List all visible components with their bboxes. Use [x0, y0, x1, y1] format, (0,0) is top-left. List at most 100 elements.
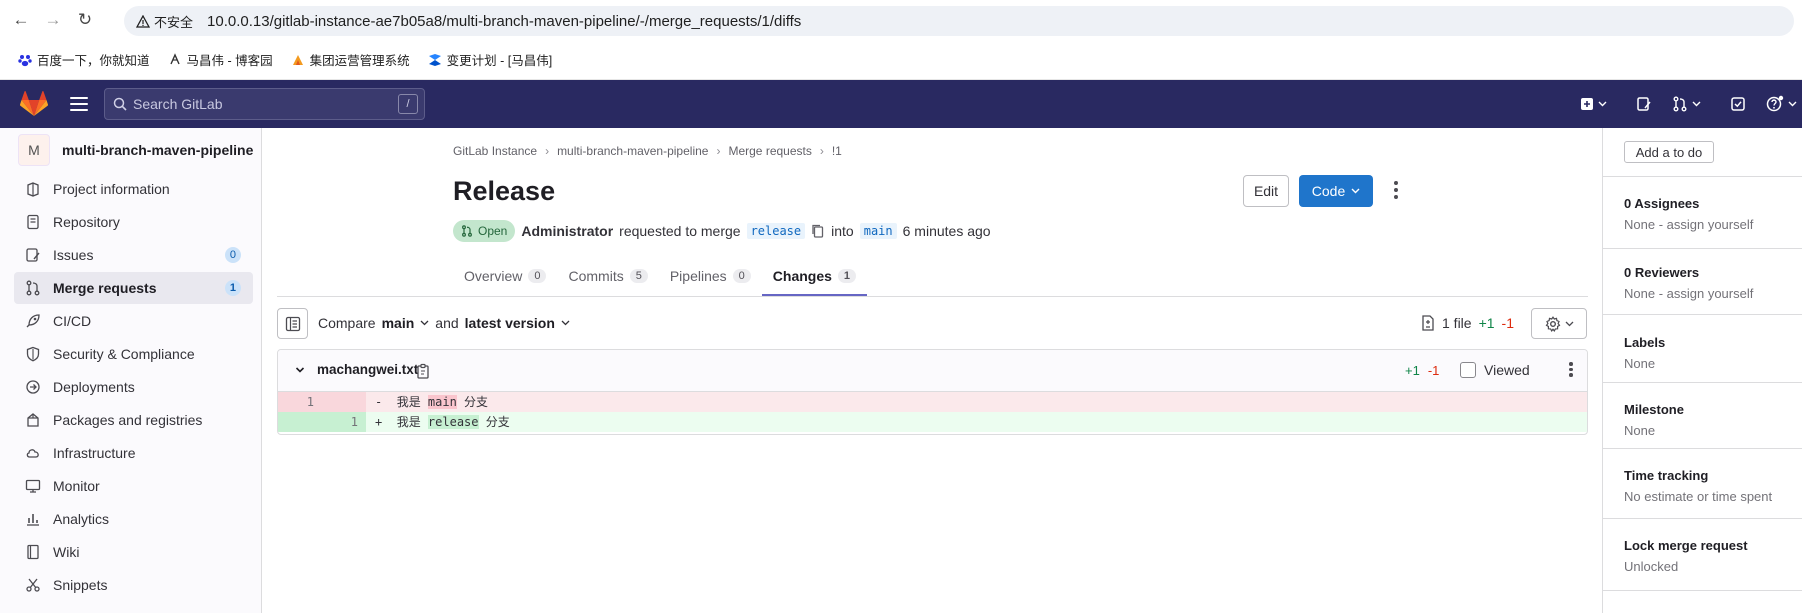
assignees-value[interactable]: None - assign yourself [1624, 217, 1753, 232]
breadcrumb-item[interactable]: Merge requests [728, 144, 811, 158]
labels-value: None [1624, 356, 1656, 371]
assignees-title: 0 Assignees [1624, 196, 1700, 211]
base-version-dropdown[interactable]: main [382, 315, 415, 331]
sidebar-item-label: Project information [53, 181, 170, 197]
head-version-dropdown[interactable]: latest version [465, 315, 555, 331]
labels-title: Labels [1624, 335, 1666, 350]
breadcrumb-item[interactable]: multi-branch-maven-pipeline [557, 144, 708, 158]
chevron-down-icon [1788, 101, 1797, 107]
todos-shortcut[interactable] [1730, 94, 1746, 114]
file-options-icon[interactable] [1563, 362, 1579, 380]
file-diff-stats: +1 -1 [1405, 363, 1439, 378]
search-placeholder: Search GitLab [133, 96, 223, 112]
file-diff-icon [1422, 315, 1434, 331]
diff-settings-button[interactable] [1531, 308, 1587, 339]
menu-icon[interactable] [70, 95, 88, 113]
address-bar[interactable]: 不安全 10.0.0.13/gitlab-instance-ae7b05a8/m… [124, 6, 1794, 36]
shield-icon [25, 346, 41, 362]
file-tree-toggle-button[interactable] [277, 308, 308, 339]
bookmark-label: 变更计划 - [马昌伟] [446, 54, 553, 68]
tab-commits[interactable]: Commits 5 [557, 256, 658, 296]
sidebar-item-merge-requests[interactable]: Merge requests 1 [14, 272, 253, 304]
sidebar-item-label: Wiki [53, 544, 80, 560]
sidebar-item-infrastructure[interactable]: Infrastructure [14, 437, 253, 469]
baidu-icon [18, 54, 32, 66]
reload-icon[interactable]: ↻ [74, 9, 96, 31]
sidebar-item-wiki[interactable]: Wiki [14, 536, 253, 568]
search-icon [113, 97, 127, 111]
tab-overview[interactable]: Overview 0 [453, 256, 557, 296]
edit-button[interactable]: Edit [1243, 175, 1289, 207]
bookmark-item[interactable]: 百度一下，你就知道 [18, 50, 150, 69]
sidebar-item-packages-and-registries[interactable]: Packages and registries [14, 404, 253, 436]
divider [1603, 382, 1802, 383]
diff-file-name[interactable]: machangwei.txt [317, 362, 418, 377]
tab-pipelines[interactable]: Pipelines 0 [659, 256, 762, 296]
sidebar-item-project-information[interactable]: Project information [14, 173, 253, 205]
chevron-down-icon [1565, 321, 1573, 326]
tab-count: 0 [528, 269, 547, 283]
project-info-icon [25, 181, 41, 197]
gitlab-logo-icon[interactable] [20, 91, 48, 117]
breadcrumb-item[interactable]: !1 [832, 144, 842, 158]
sidebar-item-label: Merge requests [53, 280, 157, 296]
project-header[interactable]: M multi-branch-maven-pipeline [0, 128, 261, 172]
chevron-down-icon [1598, 101, 1607, 107]
code-dropdown-button[interactable]: Code [1299, 175, 1373, 207]
url-text[interactable]: 10.0.0.13/gitlab-instance-ae7b05a8/multi… [207, 13, 801, 30]
mr-time: 6 minutes ago [902, 223, 991, 239]
source-branch[interactable]: release [746, 223, 806, 239]
sidebar-item-label: CI/CD [53, 313, 92, 329]
issues-shortcut[interactable] [1636, 94, 1652, 114]
author-link[interactable]: Administrator [521, 223, 613, 239]
sidebar-item-deployments[interactable]: Deployments [14, 371, 253, 403]
time-tracking-block: Time tracking No estimate or time spent [1624, 468, 1772, 504]
bookmark-item[interactable]: 变更计划 - [马昌伟] [428, 50, 553, 69]
checkbox[interactable] [1460, 362, 1476, 378]
sidebar-item-snippets[interactable]: Snippets [14, 569, 253, 601]
tab-changes[interactable]: Changes 1 [762, 256, 867, 296]
tab-label: Pipelines [669, 268, 727, 284]
bookmark-item[interactable]: 集团运营管理系统 [291, 50, 410, 69]
search-input[interactable]: Search GitLab / [104, 88, 425, 120]
files-count: 1 file [1442, 315, 1472, 331]
chevron-down-icon[interactable] [561, 320, 570, 326]
divider [1603, 314, 1802, 315]
compare-label: Compare [318, 315, 376, 331]
viewed-checkbox[interactable]: Viewed [1460, 362, 1530, 378]
sidebar-item-label: Repository [53, 214, 120, 230]
copy-path-icon[interactable] [416, 363, 430, 379]
milestone-block: Milestone None [1624, 402, 1684, 438]
new-line-number[interactable] [322, 392, 366, 412]
project-name[interactable]: multi-branch-maven-pipeline [62, 142, 253, 158]
merge-requests-dropdown[interactable] [1672, 94, 1701, 114]
insecure-indicator[interactable]: 不安全 [136, 12, 193, 31]
chevron-down-icon[interactable] [420, 320, 429, 326]
collapse-chevron-icon[interactable] [294, 364, 306, 376]
help-dropdown[interactable] [1766, 94, 1797, 114]
monitor-icon [25, 478, 41, 494]
sidebar-item-security-compliance[interactable]: Security & Compliance [14, 338, 253, 370]
bookmark-label: 集团运营管理系统 [309, 54, 410, 68]
back-arrow-icon[interactable]: ← [10, 9, 32, 31]
tab-count: 1 [837, 269, 857, 283]
more-actions-icon[interactable] [1388, 181, 1404, 201]
package-icon [25, 412, 41, 428]
reviewers-value[interactable]: None - assign yourself [1624, 286, 1753, 301]
old-line-number[interactable] [278, 412, 322, 432]
new-line-number[interactable]: 1 [322, 412, 366, 432]
add-todo-button[interactable]: Add a to do [1624, 141, 1714, 163]
sidebar-item-repository[interactable]: Repository [14, 206, 253, 238]
sidebar-item-ci-cd[interactable]: CI/CD [14, 305, 253, 337]
cnblogs-icon [169, 52, 180, 64]
forward-arrow-icon[interactable]: → [42, 9, 64, 31]
target-branch[interactable]: main [859, 223, 897, 239]
copy-icon[interactable] [811, 224, 825, 238]
sidebar-item-analytics[interactable]: Analytics [14, 503, 253, 535]
old-line-number[interactable]: 1 [278, 392, 322, 412]
breadcrumb-item[interactable]: GitLab Instance [453, 144, 537, 158]
new-item-dropdown[interactable] [1580, 94, 1607, 114]
bookmark-item[interactable]: 马昌伟 - 博客园 [168, 50, 273, 69]
sidebar-item-issues[interactable]: Issues 0 [14, 239, 253, 271]
sidebar-item-monitor[interactable]: Monitor [14, 470, 253, 502]
